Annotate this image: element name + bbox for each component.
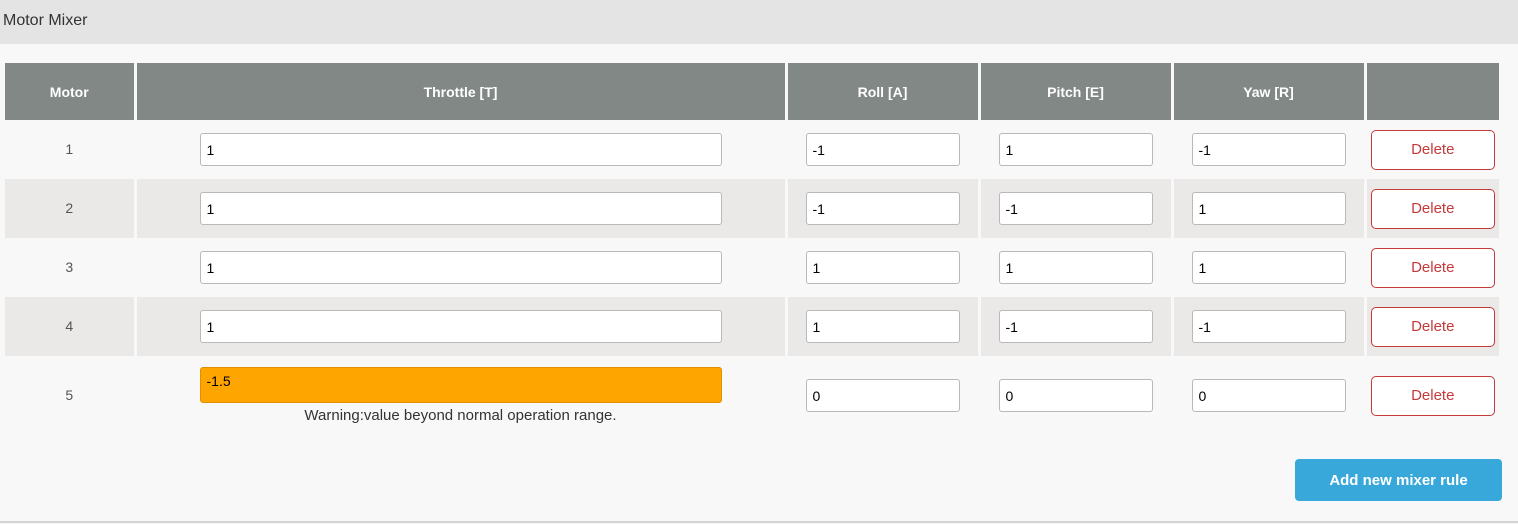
- roll-input[interactable]: [805, 133, 960, 166]
- panel-title: Motor Mixer: [3, 12, 88, 29]
- motor-number: 4: [65, 317, 74, 334]
- roll-input[interactable]: [805, 379, 960, 412]
- yaw-input[interactable]: [1191, 379, 1346, 412]
- header-yaw: Yaw [R]: [1170, 63, 1365, 120]
- table-row: 4 Delete: [5, 297, 1499, 356]
- table-row: 3 Delete: [5, 238, 1499, 297]
- roll-input[interactable]: [805, 192, 960, 225]
- pitch-input[interactable]: [998, 379, 1153, 412]
- delete-button[interactable]: Delete: [1370, 306, 1495, 347]
- table-row: 5 Warning:value beyond normal operation …: [5, 356, 1499, 435]
- table-row: 1 Delete: [5, 120, 1499, 179]
- header-roll: Roll [A]: [784, 63, 979, 120]
- delete-button[interactable]: Delete: [1370, 247, 1495, 288]
- throttle-input[interactable]: [199, 251, 722, 284]
- pitch-input[interactable]: [998, 192, 1153, 225]
- motor-number: 2: [65, 199, 74, 216]
- pitch-input[interactable]: [998, 133, 1153, 166]
- pitch-input[interactable]: [998, 310, 1153, 343]
- throttle-input[interactable]: [199, 310, 722, 343]
- panel-header: Motor Mixer: [0, 0, 1518, 44]
- header-motor: Motor: [5, 63, 135, 120]
- delete-button[interactable]: Delete: [1370, 375, 1495, 416]
- throttle-input[interactable]: [199, 133, 722, 166]
- delete-button[interactable]: Delete: [1370, 188, 1495, 229]
- throttle-input-warning[interactable]: [199, 367, 722, 403]
- motor-number: 5: [65, 386, 74, 403]
- header-pitch: Pitch [E]: [977, 63, 1172, 120]
- motor-number: 1: [65, 140, 74, 157]
- panel-bottom-divider: [0, 521, 1518, 523]
- motor-number: 3: [65, 258, 74, 275]
- add-mixer-rule-button[interactable]: Add new mixer rule: [1295, 459, 1502, 501]
- yaw-input[interactable]: [1191, 251, 1346, 284]
- roll-input[interactable]: [805, 251, 960, 284]
- table-row: 2 Delete: [5, 179, 1499, 238]
- yaw-input[interactable]: [1191, 310, 1346, 343]
- delete-button[interactable]: Delete: [1370, 129, 1495, 170]
- motor-mixer-table: Motor Throttle [T] Roll [A] Pitch [E] Ya…: [5, 63, 1499, 435]
- roll-input[interactable]: [805, 310, 960, 343]
- throttle-input[interactable]: [199, 192, 722, 225]
- yaw-input[interactable]: [1191, 192, 1346, 225]
- range-warning-text: Warning:value beyond normal operation ra…: [304, 407, 617, 424]
- pitch-input[interactable]: [998, 251, 1153, 284]
- header-throttle: Throttle [T]: [133, 63, 786, 120]
- yaw-input[interactable]: [1191, 133, 1346, 166]
- header-actions: [1363, 63, 1499, 120]
